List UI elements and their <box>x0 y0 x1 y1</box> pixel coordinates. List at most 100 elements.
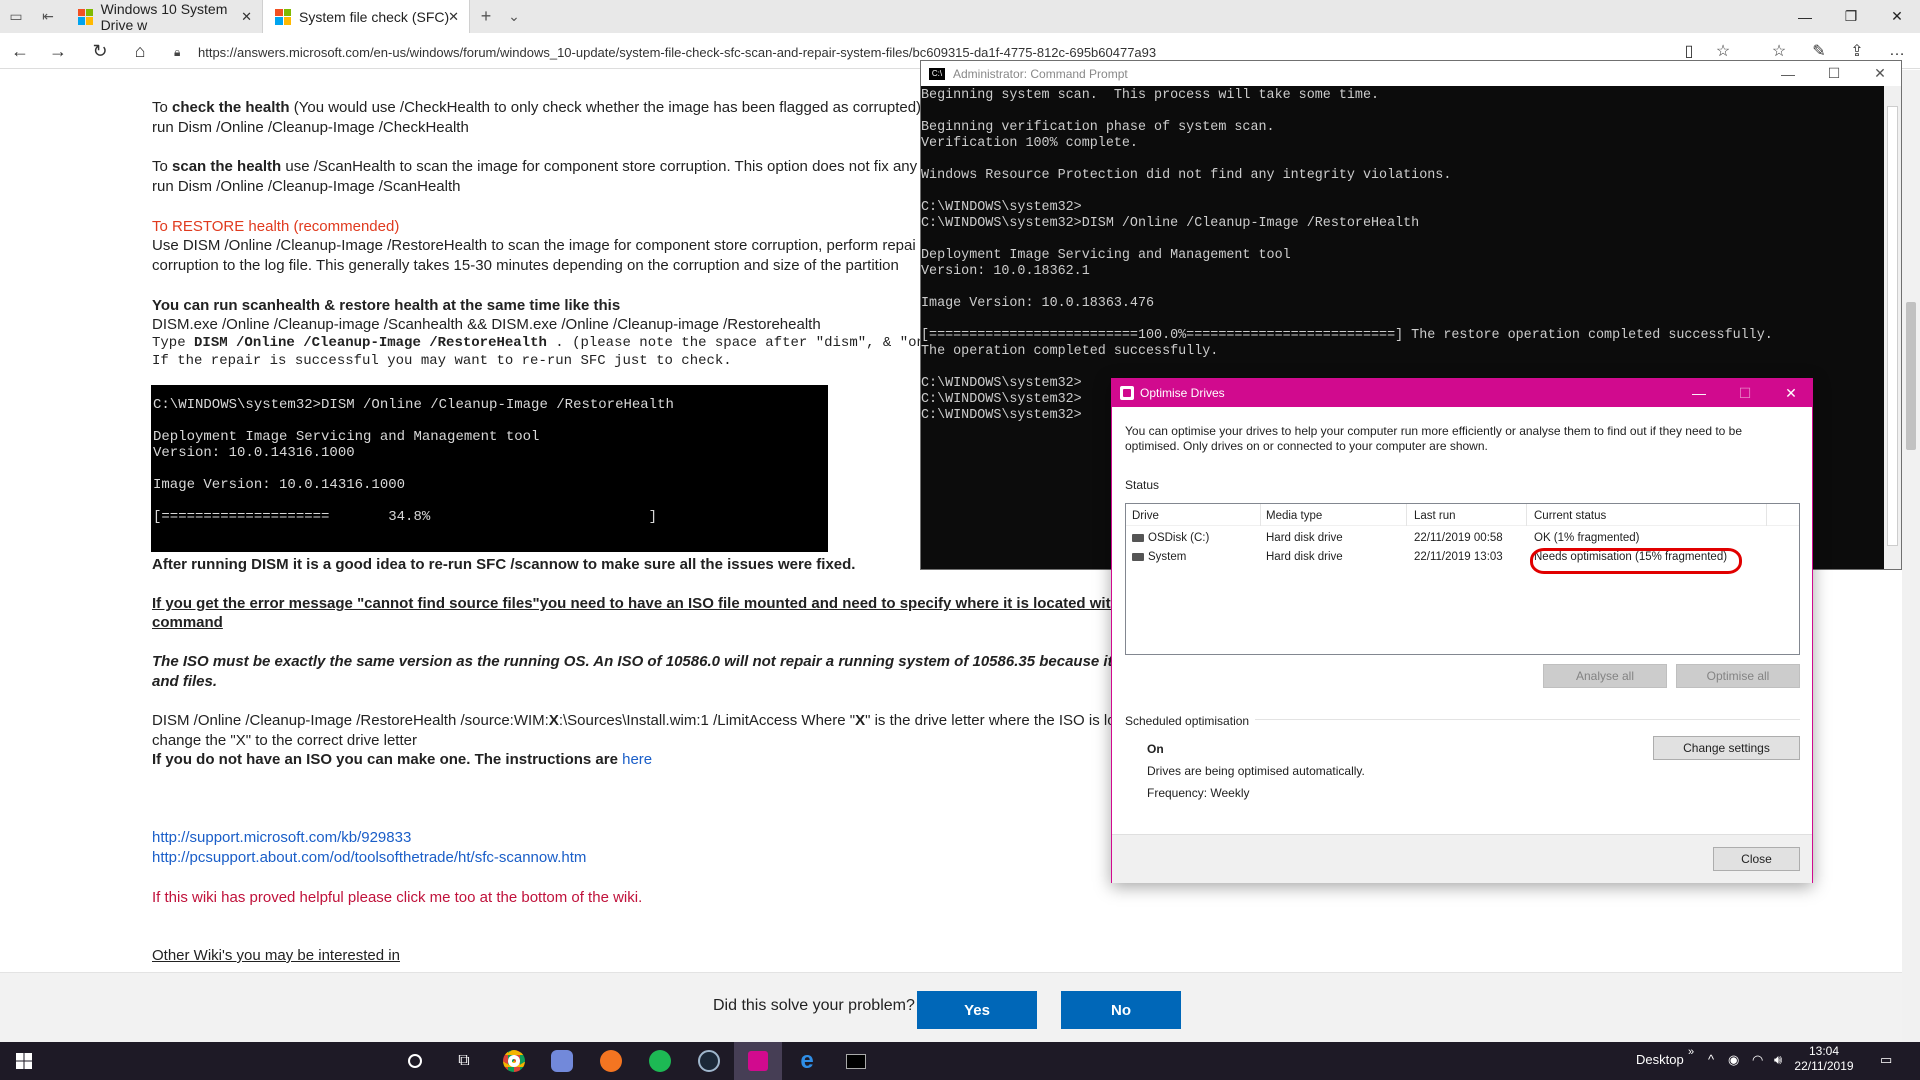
cmd-minimize-button[interactable]: — <box>1765 61 1811 86</box>
steam-icon[interactable] <box>685 1042 733 1080</box>
back-icon[interactable]: ← <box>6 39 34 63</box>
notifications-icon[interactable]: ▭ <box>1880 1052 1892 1068</box>
col-last-run[interactable]: Last run <box>1414 510 1456 522</box>
defrag-icon <box>1120 386 1134 400</box>
no-iso-text: If you do not have an ISO you can make o… <box>152 751 653 768</box>
date: 22/11/2019 <box>1794 1059 1854 1073</box>
status-cell: OK (1% fragmented) <box>1534 532 1640 544</box>
cmd-maximize-button[interactable]: ☐ <box>1811 61 1857 86</box>
col-media-type[interactable]: Media type <box>1266 510 1322 522</box>
cmd-output: Beginning system scan. This process will… <box>921 88 1773 423</box>
windows-start-icon[interactable] <box>0 1042 48 1080</box>
analyse-all-button: Analyse all <box>1543 664 1667 688</box>
lock-icon: 🔒︎ <box>174 44 181 59</box>
close-tab-icon[interactable]: ✕ <box>241 9 252 25</box>
discord-icon[interactable] <box>538 1042 586 1080</box>
optimise-drives-taskbar-icon[interactable] <box>734 1042 782 1080</box>
tab-label: Windows 10 System Drive w <box>100 0 228 33</box>
crunchyroll-icon[interactable] <box>587 1042 635 1080</box>
steam-tray-icon[interactable]: ◉ <box>1728 1052 1739 1068</box>
optimise-title: Optimise Drives <box>1140 386 1225 400</box>
cmd-close-button[interactable]: ✕ <box>1857 61 1903 86</box>
scrollbar-thumb[interactable] <box>1906 302 1916 450</box>
drives-table: Drive Media type Last run Current status… <box>1125 503 1800 655</box>
cmd-title: Administrator: Command Prompt <box>953 66 1128 81</box>
chevron-icon[interactable]: » <box>1688 1046 1694 1058</box>
url-text: https://answers.microsoft.com/en-us/wind… <box>198 44 1157 60</box>
feedback-question: Did this solve your problem? <box>713 997 915 1014</box>
tab-sfc[interactable]: System file check (SFC) ✕ <box>262 0 470 33</box>
cortana-icon[interactable] <box>391 1042 439 1080</box>
support-link-1[interactable]: http://support.microsoft.com/kb/929833 <box>152 828 411 848</box>
forward-icon[interactable]: → <box>44 39 72 63</box>
hard-drive-icon <box>1132 533 1144 542</box>
after-dism-text: After running DISM it is a good idea to … <box>152 556 856 573</box>
feedback-bar: Did this solve your problem? Yes No <box>0 972 1902 1042</box>
task-view-icon[interactable]: ⧉ <box>440 1042 488 1080</box>
optimise-drives-dialog[interactable]: Optimise Drives — ☐ ✕ You can optimise y… <box>1111 378 1813 883</box>
here-link[interactable]: here <box>622 751 652 768</box>
drive-cell: System <box>1132 551 1186 563</box>
cmd-icon: C:\ <box>929 67 945 80</box>
dism-source-text: DISM /Online /Cleanup-Image /RestoreHeal… <box>152 712 1116 729</box>
error-text-2: command <box>152 614 223 631</box>
chevron-down-icon[interactable]: ⌄ <box>502 5 526 27</box>
col-divider <box>1526 504 1527 526</box>
cmd-title-bar[interactable]: C:\ Administrator: Command Prompt <box>921 61 1901 86</box>
cmd-scroll-thumb[interactable] <box>1887 106 1898 546</box>
clock[interactable]: 13:04 22/11/2019 <box>1794 1044 1854 1074</box>
last-run-cell: 22/11/2019 13:03 <box>1414 551 1503 563</box>
back-tabs-icon[interactable]: ⇤ <box>36 5 60 27</box>
new-tab-icon[interactable]: + <box>474 5 498 27</box>
optimise-all-button: Optimise all <box>1676 664 1800 688</box>
tab-label: System file check (SFC) <box>299 8 450 25</box>
restore-text-2: corruption to the log file. This general… <box>152 257 899 274</box>
taskbar: ⧉ e Desktop » ^ ◉ ◠ 🔊︎ 13:04 22/11/2019 … <box>0 1042 1920 1080</box>
support-link-2[interactable]: http://pcsupport.about.com/od/toolsofthe… <box>152 848 586 868</box>
show-hidden-icons[interactable]: ^ <box>1708 1052 1714 1067</box>
network-icon[interactable]: ◠ <box>1752 1052 1763 1068</box>
scan-health-cmd: run Dism /Online /Cleanup-Image /ScanHea… <box>152 178 461 195</box>
close-button[interactable]: Close <box>1713 847 1800 871</box>
desktop-toolbar-label[interactable]: Desktop <box>1636 1052 1684 1067</box>
yes-button[interactable]: Yes <box>917 991 1037 1029</box>
repair-line: If the repair is successful you may want… <box>152 353 732 369</box>
volume-icon[interactable]: 🔊︎ <box>1774 1052 1782 1068</box>
other-wikis-heading: Other Wiki's you may be interested in <box>152 947 400 964</box>
refresh-icon[interactable]: ↻ <box>86 39 114 63</box>
helpful-text[interactable]: If this wiki has proved helpful please c… <box>152 888 642 908</box>
close-tab-icon[interactable]: ✕ <box>448 9 459 25</box>
last-run-cell: 22/11/2019 00:58 <box>1414 532 1503 544</box>
spotify-icon[interactable] <box>636 1042 684 1080</box>
page-scrollbar[interactable] <box>1902 70 1920 1042</box>
col-drive[interactable]: Drive <box>1132 510 1159 522</box>
restore-button[interactable]: ❐ <box>1828 0 1874 33</box>
minimize-button[interactable]: — <box>1782 0 1828 33</box>
drive-cell: OSDisk (C:) <box>1132 532 1209 544</box>
col-divider <box>1766 504 1767 526</box>
tab-windows10-drive[interactable]: Windows 10 System Drive w ✕ <box>66 0 262 33</box>
change-settings-button[interactable]: Change settings <box>1653 736 1800 760</box>
optimise-maximize-button: ☐ <box>1738 384 1752 401</box>
cmd-scrollbar[interactable] <box>1884 86 1901 569</box>
scheduled-state: On <box>1147 742 1164 756</box>
no-button[interactable]: No <box>1061 991 1181 1029</box>
close-window-button[interactable]: ✕ <box>1874 0 1920 33</box>
optimise-close-icon[interactable]: ✕ <box>1768 379 1814 407</box>
col-current-status[interactable]: Current status <box>1534 510 1606 522</box>
media-cell: Hard disk drive <box>1266 551 1343 563</box>
iso-text-1: The ISO must be exactly the same version… <box>152 653 1173 670</box>
command-prompt-taskbar-icon[interactable] <box>832 1042 880 1080</box>
scheduled-description: Drives are being optimised automatically… <box>1147 764 1365 778</box>
optimise-minimize-button[interactable]: — <box>1676 379 1722 407</box>
restore-text-1: Use DISM /Online /Cleanup-Image /Restore… <box>152 237 916 254</box>
optimise-description: You can optimise your drives to help you… <box>1125 424 1743 453</box>
check-health-text: To check the health (You would use /Chec… <box>152 99 922 116</box>
iso-text-2: and files. <box>152 673 218 690</box>
drives-table-header: Drive Media type Last run Current status <box>1126 504 1799 526</box>
edge-icon[interactable]: e <box>783 1042 831 1080</box>
chrome-icon[interactable] <box>490 1042 538 1080</box>
col-divider <box>1406 504 1407 526</box>
tab-actions-icon[interactable]: ▭ <box>4 5 28 27</box>
home-icon[interactable]: ⌂ <box>126 39 154 63</box>
